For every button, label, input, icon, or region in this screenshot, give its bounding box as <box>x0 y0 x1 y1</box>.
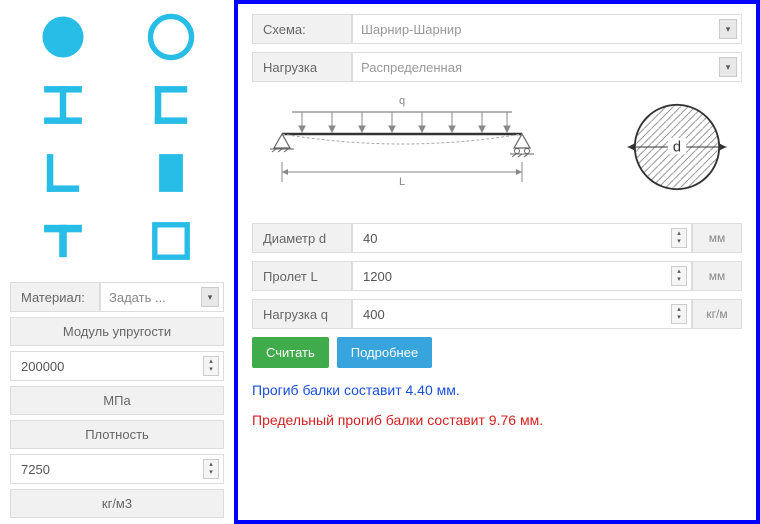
diameter-input[interactable]: 40 ▴▾ <box>352 223 692 253</box>
spinner-icon[interactable]: ▴▾ <box>203 459 219 479</box>
load-input[interactable]: 400 ▴▾ <box>352 299 692 329</box>
shape-solid-circle[interactable] <box>18 8 108 66</box>
chevron-down-icon: ▾ <box>719 57 737 77</box>
spinner-icon[interactable]: ▴▾ <box>671 228 687 248</box>
chevron-down-icon: ▾ <box>201 287 219 307</box>
shape-i-beam[interactable] <box>18 76 108 134</box>
scheme-label: Схема: <box>252 14 352 44</box>
spinner-icon[interactable]: ▴▾ <box>203 356 219 376</box>
scheme-select[interactable]: Шарнир-Шарнир ▾ <box>352 14 742 44</box>
span-input[interactable]: 1200 ▴▾ <box>352 261 692 291</box>
load-unit: кг/м <box>692 299 742 329</box>
L-label: L <box>399 176 405 188</box>
chevron-down-icon: ▾ <box>719 19 737 39</box>
span-value: 1200 <box>363 269 392 284</box>
beam-diagram: q <box>252 92 602 205</box>
span-unit: мм <box>692 261 742 291</box>
modulus-value: 200000 <box>21 359 64 374</box>
modulus-label: Модуль упругости <box>10 317 224 346</box>
spinner-icon[interactable]: ▴▾ <box>671 266 687 286</box>
diagram-area: q <box>252 92 742 205</box>
q-label: q <box>399 95 405 107</box>
load-type-value: Распределенная <box>361 60 462 75</box>
d-label: d <box>673 140 681 156</box>
shape-tee[interactable] <box>18 212 108 270</box>
diameter-value: 40 <box>363 231 377 246</box>
shape-solid-rect[interactable] <box>126 144 216 202</box>
load-value: 400 <box>363 307 385 322</box>
shape-channel[interactable] <box>126 76 216 134</box>
material-select[interactable]: Задать ... ▾ <box>100 282 224 312</box>
modulus-unit: МПа <box>10 386 224 415</box>
section-diagram: d <box>622 92 742 205</box>
shape-angle[interactable] <box>18 144 108 202</box>
density-input[interactable]: 7250 ▴▾ <box>10 454 224 484</box>
material-value: Задать ... <box>109 290 166 305</box>
diameter-label: Диаметр d <box>252 223 352 253</box>
density-label: Плотность <box>10 420 224 449</box>
shape-hollow-rect[interactable] <box>126 212 216 270</box>
density-unit: кг/м3 <box>10 489 224 518</box>
span-label: Пролет L <box>252 261 352 291</box>
load-label: Нагрузка q <box>252 299 352 329</box>
diameter-unit: мм <box>692 223 742 253</box>
calculate-button[interactable]: Считать <box>252 337 329 368</box>
more-button[interactable]: Подробнее <box>337 337 432 368</box>
result-deflection: Прогиб балки составит 4.40 мм. <box>252 382 742 398</box>
load-type-select[interactable]: Распределенная ▾ <box>352 52 742 82</box>
material-label: Материал: <box>10 282 100 312</box>
modulus-input[interactable]: 200000 ▴▾ <box>10 351 224 381</box>
section-shapes-grid <box>10 8 224 270</box>
density-value: 7250 <box>21 462 50 477</box>
result-limit-deflection: Предельный прогиб балки составит 9.76 мм… <box>252 412 742 428</box>
scheme-value: Шарнир-Шарнир <box>361 22 461 37</box>
shape-hollow-circle[interactable] <box>126 8 216 66</box>
load-type-label: Нагрузка <box>252 52 352 82</box>
spinner-icon[interactable]: ▴▾ <box>671 304 687 324</box>
